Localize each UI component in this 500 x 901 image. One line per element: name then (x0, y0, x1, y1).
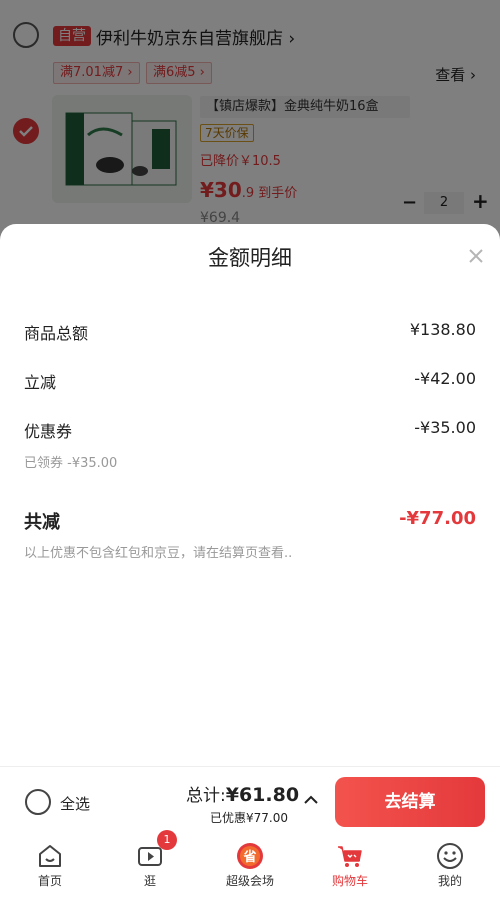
goods-total-value: ¥138.80 (409, 320, 476, 339)
cart-icon (338, 846, 362, 867)
sheet-title: 金额明细 (208, 246, 292, 270)
bottom-tab-bar: 首页 1 逛 省 超级会场 购物车 我的 (0, 830, 500, 901)
tab-mine-label: 我的 (437, 874, 462, 888)
tab-browse-label: 逛 (143, 874, 156, 888)
coupon-note: 已领券 -¥35.00 (24, 456, 118, 471)
coupon-label: 优惠券 (24, 422, 73, 441)
coupon-value: -¥35.00 (414, 418, 476, 437)
close-icon[interactable] (464, 244, 488, 268)
checkout-button[interactable]: 去结算 (335, 777, 485, 827)
select-all-label[interactable]: 全选 (60, 793, 90, 814)
goods-total-label: 商品总额 (24, 324, 89, 343)
total-amount: 总计:¥61.80 (186, 781, 299, 806)
tab-browse[interactable]: 1 逛 (100, 830, 200, 901)
total-discount-value: -¥77.00 (399, 508, 476, 529)
total-prefix: 总计: (186, 786, 226, 806)
tab-cart[interactable]: 购物车 (300, 834, 400, 901)
saved-amount: 已优惠¥77.00 (210, 811, 288, 825)
tab-home[interactable]: 首页 (0, 834, 100, 901)
super-venue-icon: 省 (237, 843, 263, 869)
instant-discount-value: -¥42.00 (414, 369, 476, 388)
notification-badge: 1 (157, 830, 177, 850)
tab-home-label: 首页 (37, 874, 62, 888)
checkout-bar: 全选 总计:¥61.80 已优惠¥77.00 去结算 (0, 766, 500, 834)
total-discount-label: 共减 (24, 512, 60, 533)
tab-cart-label: 购物车 (331, 874, 368, 888)
smiley-icon (437, 843, 463, 869)
tab-mine[interactable]: 我的 (400, 834, 500, 901)
home-icon (39, 845, 61, 867)
chevron-up-icon[interactable] (302, 791, 320, 809)
discount-disclaimer: 以上优惠不包含红包和京豆，请在结算页查看.. (24, 546, 293, 561)
svg-text:省: 省 (242, 849, 256, 865)
instant-discount-label: 立减 (24, 373, 57, 392)
total-amount-value: ¥61.80 (225, 784, 300, 806)
tab-super-venue-label: 超级会场 (225, 874, 274, 888)
select-all-radio[interactable] (25, 789, 51, 815)
tab-super-venue[interactable]: 省 超级会场 (200, 834, 300, 901)
